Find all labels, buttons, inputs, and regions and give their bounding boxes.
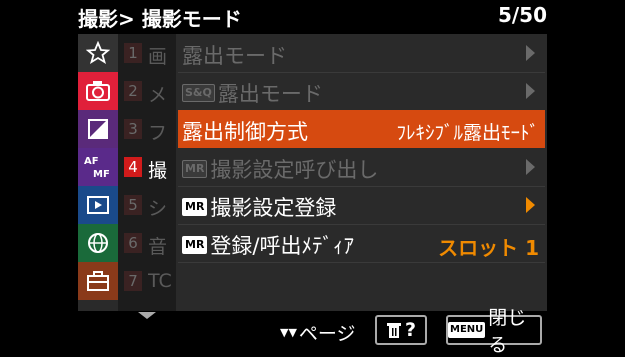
menu-item-list: 露出モード S&Q 露出モード 露出制御方式 ﾌﾚｷｼﾌﾞﾙ露出ﾓｰﾄﾞ MR … [178, 34, 547, 311]
chevron-right-icon [526, 45, 535, 61]
tab-playback[interactable] [78, 186, 118, 224]
subpage-item[interactable]: 1 画 [118, 34, 176, 72]
tab-setup[interactable] [78, 262, 118, 300]
subpage-item[interactable]: 5 シ [118, 186, 176, 224]
close-button[interactable]: MENU 閉じる [446, 307, 542, 356]
menu-item-text: 撮影設定登録 [210, 196, 337, 220]
subpage-item[interactable]: 7 TC [118, 262, 176, 300]
subpage-number: 4 [124, 157, 142, 177]
subpage-item[interactable]: 3 フ [118, 110, 176, 148]
menu-item-label: 露出モード [182, 44, 287, 68]
subpage-number: 7 [124, 271, 142, 291]
menu-item-exposure-control[interactable]: 露出制御方式 ﾌﾚｷｼﾌﾞﾙ露出ﾓｰﾄﾞ [178, 110, 545, 148]
subpage-item[interactable]: 2 メ [118, 72, 176, 110]
menu-item-media-select[interactable]: MR 登録/呼出ﾒﾃﾞｨｱ スロット 1 [178, 224, 545, 263]
mr-badge-icon: MR [182, 236, 208, 254]
mr-badge-icon: MR [182, 198, 208, 216]
af-mf-icon: AF MF [84, 156, 110, 180]
page-hint-label: ページ [298, 323, 356, 345]
menu-item-label: 露出制御方式 [182, 120, 308, 144]
subpage-number: 1 [124, 43, 142, 63]
camera-icon [86, 81, 110, 101]
menu-item-label: S&Q 露出モード [182, 78, 323, 108]
chevron-right-icon [526, 197, 535, 213]
menu-item-label: MR 登録/呼出ﾒﾃﾞｨｱ [182, 230, 354, 260]
menu-item-text: 露出モード [217, 82, 323, 106]
subpage-label: フ [148, 122, 168, 144]
subpage-number: 6 [124, 233, 142, 253]
trash-icon [386, 323, 401, 338]
menu-item-value: スロット 1 [438, 236, 539, 260]
menu-item-text: 撮影設定呼び出し [210, 158, 379, 182]
chevron-right-icon [526, 159, 535, 175]
tab-my-menu[interactable] [78, 34, 118, 72]
close-label: 閉じる [488, 307, 527, 356]
subpage-number: 5 [124, 195, 142, 215]
sq-badge-icon: S&Q [182, 84, 215, 102]
page-hint[interactable]: ▼▼ ページ [280, 319, 356, 346]
subpage-item-active[interactable]: 4 撮 [118, 148, 176, 186]
menu-key-icon: MENU [448, 322, 486, 338]
menu-item-register-settings[interactable]: MR 撮影設定登録 [178, 186, 545, 225]
mr-badge-icon: MR [182, 160, 208, 178]
subpage-label: 音 [148, 236, 168, 258]
subpage-label: シ [148, 198, 168, 220]
page-key-icon: ▼▼ [280, 326, 297, 339]
tab-exposure[interactable] [78, 110, 118, 148]
delete-help-button[interactable]: ? [375, 315, 427, 345]
network-icon [88, 233, 108, 253]
subpage-list: 1 画 2 メ 3 フ 4 撮 5 シ 6 音 7 TC [118, 34, 178, 311]
footer-bar: ▼▼ ページ ? MENU 閉じる [0, 307, 625, 356]
breadcrumb: 撮影> 撮影モード [78, 7, 242, 31]
playback-icon [87, 196, 109, 214]
tab-shooting[interactable] [78, 72, 118, 110]
subpage-label: 撮 [148, 160, 168, 182]
subpage-item[interactable]: 6 音 [118, 224, 176, 262]
help-label: ? [404, 319, 417, 341]
menu-item-value: ﾌﾚｷｼﾌﾞﾙ露出ﾓｰﾄﾞ [396, 122, 539, 144]
menu-item-exposure-mode[interactable]: 露出モード [178, 34, 545, 73]
star-icon [86, 41, 110, 64]
category-tabs: AF MF [78, 34, 118, 311]
tab-network[interactable] [78, 224, 118, 262]
exposure-icon [88, 119, 108, 139]
subpage-number: 2 [124, 81, 142, 101]
header-bar: 撮影> 撮影モード 5/50 [0, 0, 625, 34]
menu-item-sq-exposure-mode[interactable]: S&Q 露出モード [178, 72, 545, 111]
toolbox-icon [87, 271, 109, 291]
tab-focus[interactable]: AF MF [78, 148, 118, 186]
subpage-label: メ [148, 84, 168, 106]
svg-text:AF: AF [84, 156, 99, 167]
menu-item-label: MR 撮影設定呼び出し [182, 154, 378, 184]
page-counter: 5/50 [497, 3, 547, 27]
subpage-label: TC [148, 270, 172, 292]
chevron-right-icon [526, 83, 535, 99]
svg-text:MF: MF [93, 169, 110, 180]
menu-item-text: 登録/呼出ﾒﾃﾞｨｱ [210, 234, 354, 258]
subpage-number: 3 [124, 119, 142, 139]
subpage-label: 画 [148, 46, 168, 68]
menu-item-recall-settings[interactable]: MR 撮影設定呼び出し [178, 148, 545, 187]
menu-item-label: MR 撮影設定登録 [182, 192, 336, 222]
